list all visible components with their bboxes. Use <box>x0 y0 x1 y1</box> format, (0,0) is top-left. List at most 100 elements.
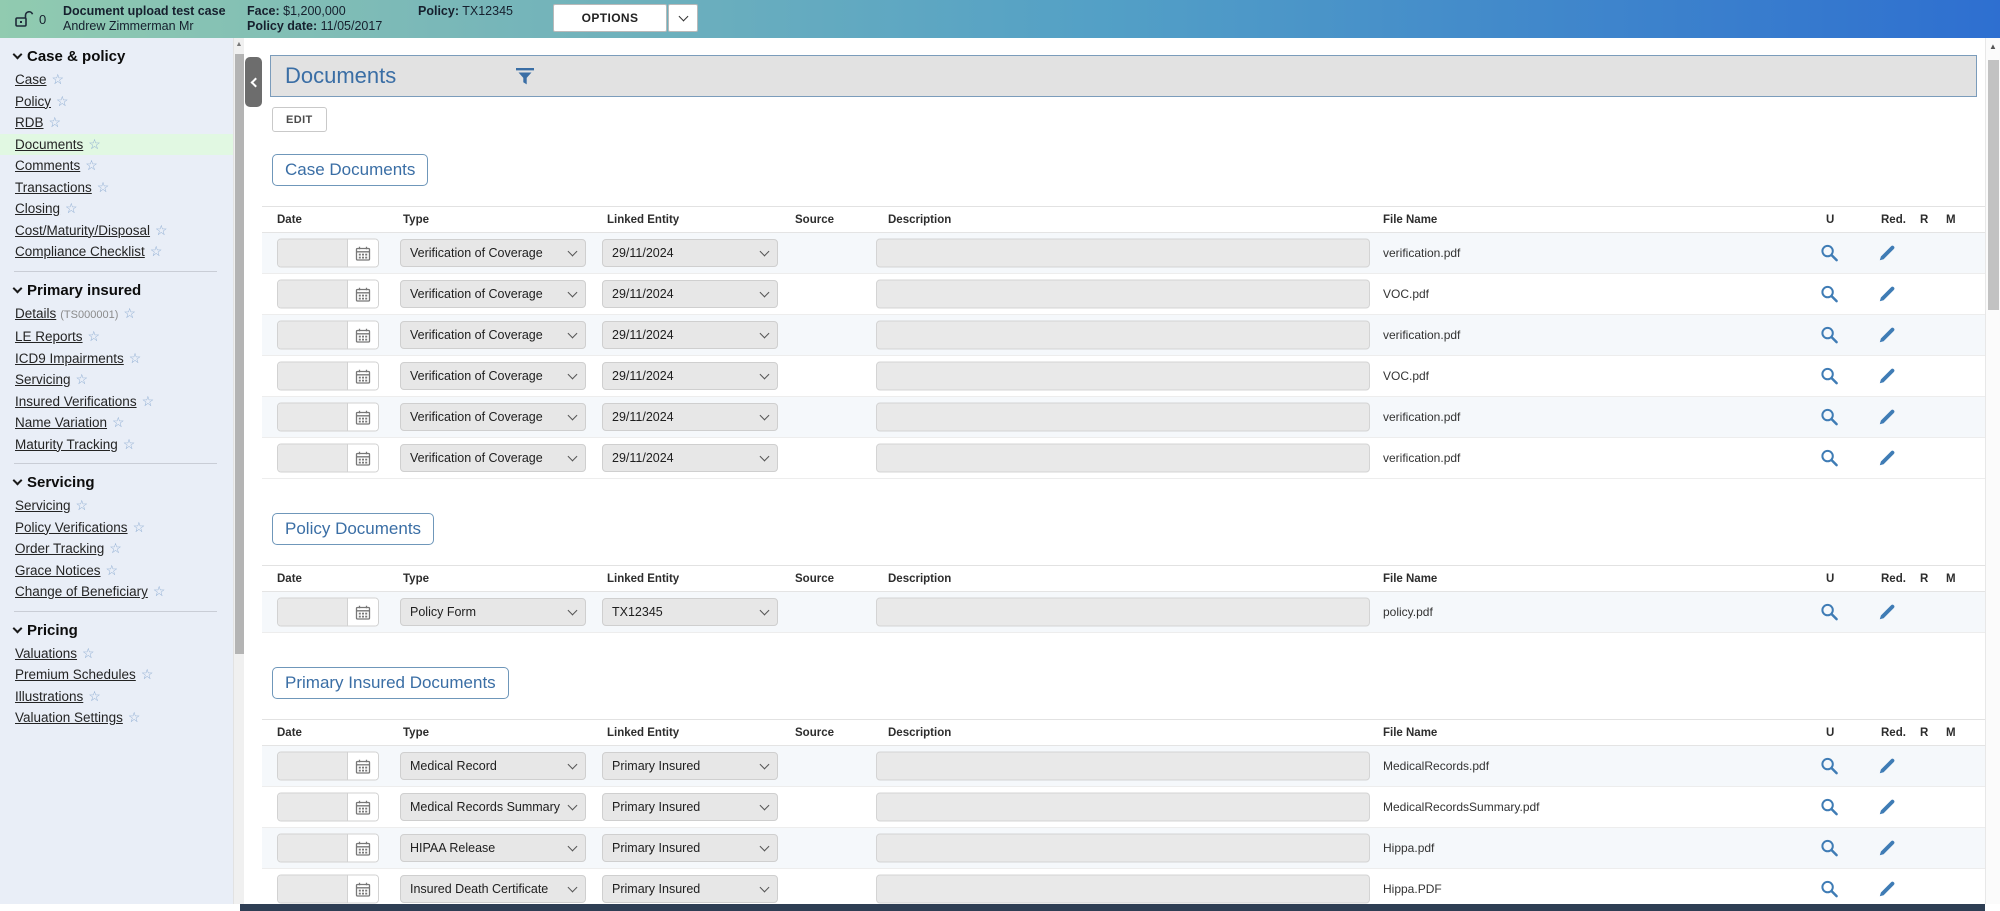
linked-entity-select[interactable]: 29/11/2024 <box>602 403 778 431</box>
sidebar-item-grace-notices[interactable]: Grace Notices☆ <box>0 560 233 582</box>
star-icon[interactable]: ☆ <box>76 497 89 513</box>
sidebar-link[interactable]: Comments <box>15 158 80 173</box>
sidebar-item-details[interactable]: Details(TS000001)☆ <box>0 303 233 327</box>
linked-entity-select[interactable]: TX12345 <box>602 598 778 626</box>
sidebar-scrollbar[interactable]: ▲ <box>233 38 244 904</box>
sidebar-link[interactable]: Servicing <box>15 372 71 387</box>
sidebar-item-comments[interactable]: Comments ☆ <box>0 155 233 177</box>
sidebar-section-header-primary-insured[interactable]: Primary insured <box>14 282 233 299</box>
sidebar-item-le-reports[interactable]: LE Reports☆ <box>0 326 233 348</box>
type-select[interactable]: Verification of Coverage <box>400 321 586 349</box>
linked-entity-select[interactable]: 29/11/2024 <box>602 321 778 349</box>
star-icon[interactable]: ☆ <box>123 436 136 452</box>
sidebar-collapse-handle[interactable] <box>245 57 262 107</box>
description-input[interactable] <box>876 875 1370 904</box>
sidebar-item-illustrations[interactable]: Illustrations☆ <box>0 686 233 708</box>
description-input[interactable] <box>876 321 1370 350</box>
linked-entity-select[interactable]: Primary Insured <box>602 875 778 903</box>
sidebar-item-rdb[interactable]: RDB☆ <box>0 112 233 134</box>
lock-status[interactable]: 0 <box>14 9 46 29</box>
date-input[interactable] <box>278 835 348 862</box>
date-input[interactable] <box>278 445 348 472</box>
redact-document-button[interactable] <box>1879 450 1895 466</box>
view-document-button[interactable] <box>1820 449 1839 468</box>
date-input[interactable] <box>278 753 348 780</box>
sidebar-scrollbar-thumb[interactable] <box>235 54 244 654</box>
sidebar-link[interactable]: Transactions <box>15 180 92 195</box>
date-input[interactable] <box>278 794 348 821</box>
sidebar-item-compliance-checklist[interactable]: Compliance Checklist☆ <box>0 241 233 263</box>
star-icon[interactable]: ☆ <box>133 519 146 535</box>
sidebar-item-icd9-impairments[interactable]: ICD9 Impairments☆ <box>0 348 233 370</box>
description-input[interactable] <box>876 793 1370 822</box>
star-icon[interactable]: ☆ <box>76 371 89 387</box>
calendar-button[interactable] <box>348 599 378 626</box>
redact-document-button[interactable] <box>1879 840 1895 856</box>
horizontal-scrollbar[interactable] <box>240 904 1985 911</box>
view-document-button[interactable] <box>1820 244 1839 263</box>
star-icon[interactable]: ☆ <box>150 243 163 259</box>
date-input[interactable] <box>278 876 348 903</box>
calendar-button[interactable] <box>348 281 378 308</box>
linked-entity-select[interactable]: Primary Insured <box>602 793 778 821</box>
date-input[interactable] <box>278 322 348 349</box>
type-select[interactable]: Medical Records Summary <box>400 793 586 821</box>
sidebar-item-case[interactable]: Case☆ <box>0 69 233 91</box>
star-icon[interactable]: ☆ <box>85 157 98 173</box>
calendar-button[interactable] <box>348 322 378 349</box>
star-icon[interactable]: ☆ <box>129 350 142 366</box>
calendar-button[interactable] <box>348 445 378 472</box>
calendar-button[interactable] <box>348 835 378 862</box>
calendar-button[interactable] <box>348 240 378 267</box>
description-input[interactable] <box>876 752 1370 781</box>
filter-icon[interactable] <box>514 67 536 86</box>
sidebar-link[interactable]: Order Tracking <box>15 541 104 556</box>
sidebar-item-servicing[interactable]: Servicing☆ <box>0 495 233 517</box>
redact-document-button[interactable] <box>1879 604 1895 620</box>
linked-entity-select[interactable]: 29/11/2024 <box>602 362 778 390</box>
sidebar-item-servicing[interactable]: Servicing ☆ <box>0 369 233 391</box>
star-icon[interactable]: ☆ <box>82 645 95 661</box>
calendar-button[interactable] <box>348 363 378 390</box>
redact-document-button[interactable] <box>1879 881 1895 897</box>
date-input[interactable] <box>278 281 348 308</box>
sidebar-item-order-tracking[interactable]: Order Tracking☆ <box>0 538 233 560</box>
sidebar-item-transactions[interactable]: Transactions☆ <box>0 177 233 199</box>
view-document-button[interactable] <box>1820 603 1839 622</box>
sidebar-section-header-servicing[interactable]: Servicing <box>14 474 233 491</box>
sidebar-section-header-pricing[interactable]: Pricing <box>14 622 233 639</box>
type-select[interactable]: Verification of Coverage <box>400 280 586 308</box>
star-icon[interactable]: ☆ <box>65 200 78 216</box>
view-document-button[interactable] <box>1820 326 1839 345</box>
calendar-button[interactable] <box>348 876 378 903</box>
sidebar-link[interactable]: Name Variation <box>15 415 107 430</box>
sidebar-item-maturity-tracking[interactable]: Maturity Tracking☆ <box>0 434 233 456</box>
linked-entity-select[interactable]: Primary Insured <box>602 834 778 862</box>
star-icon[interactable]: ☆ <box>112 414 125 430</box>
star-icon[interactable]: ☆ <box>52 71 65 87</box>
redact-document-button[interactable] <box>1879 286 1895 302</box>
description-input[interactable] <box>876 362 1370 391</box>
description-input[interactable] <box>876 598 1370 627</box>
description-input[interactable] <box>876 834 1370 863</box>
view-document-button[interactable] <box>1820 285 1839 304</box>
sidebar-link[interactable]: Change of Beneficiary <box>15 584 148 599</box>
date-input[interactable] <box>278 363 348 390</box>
view-document-button[interactable] <box>1820 798 1839 817</box>
date-input[interactable] <box>278 599 348 626</box>
type-select[interactable]: Verification of Coverage <box>400 444 586 472</box>
sidebar-link[interactable]: Insured Verifications <box>15 394 137 409</box>
sidebar-item-valuation-settings[interactable]: Valuation Settings☆ <box>0 707 233 729</box>
redact-document-button[interactable] <box>1879 245 1895 261</box>
view-document-button[interactable] <box>1820 839 1839 858</box>
main-scrollbar-thumb[interactable] <box>1988 60 1999 310</box>
star-icon[interactable]: ☆ <box>88 328 101 344</box>
star-icon[interactable]: ☆ <box>49 114 62 130</box>
description-input[interactable] <box>876 444 1370 473</box>
sidebar-link[interactable]: Premium Schedules <box>15 667 136 682</box>
star-icon[interactable]: ☆ <box>141 666 154 682</box>
star-icon[interactable]: ☆ <box>128 709 141 725</box>
view-document-button[interactable] <box>1820 880 1839 899</box>
sidebar-link[interactable]: Grace Notices <box>15 563 101 578</box>
linked-entity-select[interactable]: 29/11/2024 <box>602 280 778 308</box>
